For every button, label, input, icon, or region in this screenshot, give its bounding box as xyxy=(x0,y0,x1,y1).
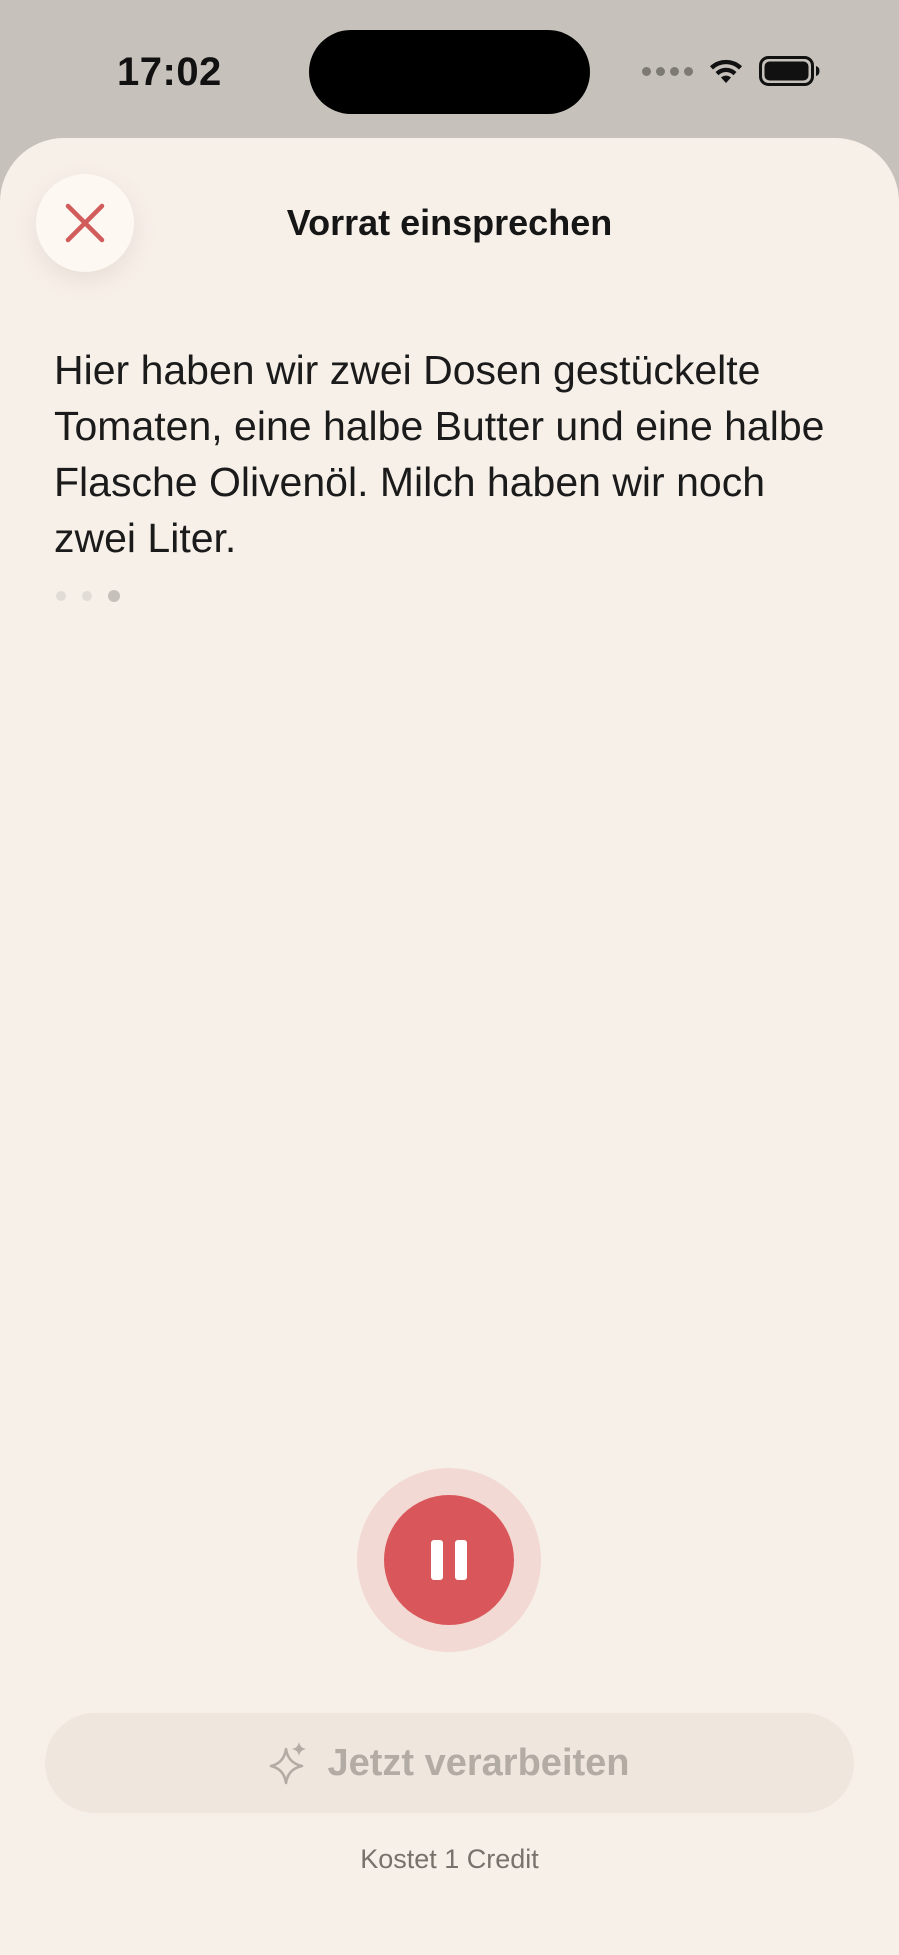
cellular-signal-icon xyxy=(642,66,693,76)
status-time: 17:02 xyxy=(117,50,222,94)
process-now-button[interactable]: Jetzt verarbeiten xyxy=(45,1713,854,1813)
status-bar: 17:02 xyxy=(0,0,899,140)
battery-icon xyxy=(759,56,820,86)
recording-halo xyxy=(357,1468,541,1652)
wifi-icon xyxy=(710,59,742,83)
sparkles-icon xyxy=(270,1742,307,1785)
pause-icon-bar xyxy=(455,1540,467,1580)
cost-note: Kostet 1 Credit xyxy=(360,1844,539,1874)
typing-dot xyxy=(56,591,66,601)
transcript-text: Hier haben wir zwei Dosen gestückelte To… xyxy=(54,347,825,561)
process-now-label: Jetzt verarbeiten xyxy=(327,1741,630,1784)
typing-dot xyxy=(108,590,120,602)
status-icons xyxy=(642,54,821,88)
typing-dot xyxy=(82,591,92,601)
voice-input-sheet: Vorrat einsprechen Hier haben wir zwei D… xyxy=(0,138,899,1955)
sheet-title: Vorrat einsprechen xyxy=(286,202,613,243)
pause-recording-button[interactable] xyxy=(384,1495,514,1625)
typing-indicator xyxy=(56,590,120,602)
pause-icon xyxy=(431,1540,443,1580)
dynamic-island xyxy=(309,30,590,114)
